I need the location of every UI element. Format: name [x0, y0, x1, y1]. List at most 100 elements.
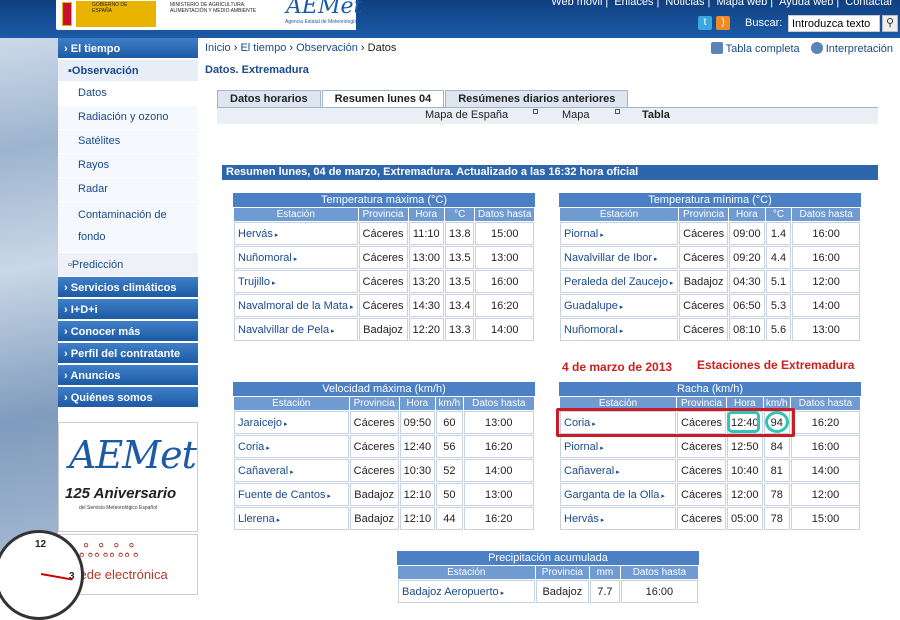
column-header: Estación [234, 208, 358, 221]
tab-resumen-lunes[interactable]: Resumen lunes 04 [321, 90, 445, 108]
tabla-completa-link[interactable]: Tabla completa [726, 43, 800, 55]
nav-item-satelites[interactable]: Satélites [58, 130, 198, 154]
station-link[interactable]: Cañaveral ▸ [234, 459, 349, 482]
nav-item-contaminacion[interactable]: Contaminación de fondo [58, 202, 198, 253]
nav-conocer-mas[interactable]: › Conocer más [58, 321, 198, 343]
topnav-link[interactable]: Enlaces [614, 0, 653, 8]
annotation-date: 4 de marzo de 2013 [562, 360, 673, 374]
nav-el-tiempo[interactable]: › El tiempo [58, 38, 198, 60]
arrow-icon: ▸ [272, 231, 279, 239]
breadcrumb-el-tiempo[interactable]: El tiempo [240, 42, 286, 54]
topnav-link[interactable]: Contactar [845, 0, 893, 8]
breadcrumb-inicio[interactable]: Inicio [205, 42, 231, 54]
table-cell: 05:00 [727, 507, 763, 530]
topnav-link[interactable]: Web móvil [551, 0, 602, 8]
station-name[interactable]: Peraleda del Zaucejo [564, 276, 668, 288]
station-name[interactable]: Garganta de la Olla [564, 489, 659, 501]
search-input[interactable] [788, 15, 880, 32]
banner-anniversary-text: 125 Aniversario [65, 485, 177, 502]
nav-observacion[interactable]: ▪Observación [58, 60, 198, 82]
station-name[interactable]: Cañaveral [238, 465, 288, 477]
nav-quienes-somos[interactable]: › Quiénes somos [58, 387, 198, 409]
vmax-caption: Velocidad máxima (km/h) [233, 382, 535, 396]
nav-item-datos[interactable]: Datos [58, 82, 198, 106]
station-link[interactable]: Piornal ▸ [560, 435, 677, 458]
station-name[interactable]: Badajoz Aeropuerto [402, 586, 499, 598]
table-row: Hervás ▸ Cáceres 05:00 78 15:00 [560, 507, 860, 530]
table-cell: 12:20 [408, 318, 445, 341]
table-cell: 12:50 [727, 435, 763, 458]
tab-resumenes-anteriores[interactable]: Resúmenes diarios anteriores [445, 90, 629, 107]
station-link[interactable]: Badajoz Aeropuerto ▸ [398, 580, 535, 603]
column-header: km/h [436, 397, 463, 410]
spain-shield-icon [62, 2, 72, 26]
station-link[interactable]: Navalmoral de la Mata ▸ [234, 294, 358, 317]
rss-icon[interactable]: ) [716, 16, 730, 30]
station-link[interactable]: Guadalupe ▸ [560, 294, 679, 317]
station-link[interactable]: Garganta de la Olla ▸ [560, 483, 677, 506]
station-name[interactable]: Jaraicejo [238, 417, 282, 429]
breadcrumb-observacion[interactable]: Observación [296, 42, 358, 54]
nav-prediccion[interactable]: ▫Predicción [58, 253, 198, 277]
station-name[interactable]: Navalvillar de Pela [238, 324, 329, 336]
station-name[interactable]: Cañaveral [564, 465, 614, 477]
station-name[interactable]: Navalmoral de la Mata [238, 300, 348, 312]
topnav-link[interactable]: Mapa web [716, 0, 767, 8]
station-name[interactable]: Guadalupe [564, 300, 618, 312]
station-link[interactable]: Hervás ▸ [234, 222, 358, 245]
tab-datos-horarios[interactable]: Datos horarios [217, 90, 321, 107]
topnav-link[interactable]: Ayuda web [779, 0, 833, 8]
nav-item-rayos[interactable]: Rayos [58, 154, 198, 178]
subtab-tabla[interactable]: Tabla [642, 109, 670, 121]
station-link[interactable]: Nuñomoral ▸ [560, 318, 679, 341]
station-link[interactable]: Peraleda del Zaucejo ▸ [560, 270, 679, 293]
nav-servicios-climaticos[interactable]: › Servicios climáticos [58, 277, 198, 299]
twitter-icon[interactable]: t [698, 16, 712, 30]
subtab-mapa[interactable]: Mapa [562, 109, 590, 121]
nav-perfil-contratante[interactable]: › Perfil del contratante [58, 343, 198, 365]
station-name[interactable]: Llerena [238, 513, 275, 525]
table-cell: 16:00 [792, 222, 860, 245]
station-name[interactable]: Piornal [564, 228, 598, 240]
station-name[interactable]: Piornal [564, 441, 598, 453]
station-link[interactable]: Piornal ▸ [560, 222, 679, 245]
station-link[interactable]: Hervás ▸ [560, 507, 677, 530]
station-link[interactable]: Navalvillar de Pela ▸ [234, 318, 358, 341]
nav-item-radar[interactable]: Radar [58, 178, 198, 202]
station-link[interactable]: Nuñomoral ▸ [234, 246, 358, 269]
nav-item-radiacion[interactable]: Radiación y ozono [58, 106, 198, 130]
search-icon[interactable]: ⚲ [882, 15, 898, 32]
station-link[interactable]: Trujillo ▸ [234, 270, 358, 293]
arrow-icon: ▸ [652, 255, 658, 263]
station-link[interactable]: Llerena ▸ [234, 507, 349, 530]
table-cell: 13.3 [445, 318, 475, 341]
nav-anuncios[interactable]: › Anuncios [58, 365, 198, 387]
table-cell: Badajoz [349, 483, 399, 506]
table-row: Peraleda del Zaucejo ▸ Badajoz 04:30 5.1 12:… [560, 270, 860, 293]
anniversary-banner[interactable]: AEMet 125 Aniversario del Servicio Meteo… [58, 422, 198, 532]
station-name[interactable]: Hervás [238, 228, 273, 240]
station-link[interactable]: Navalvillar de Ibor ▸ [560, 246, 679, 269]
aemet-logo[interactable]: AEMet [286, 0, 362, 19]
table-cell: Cáceres [677, 507, 727, 530]
station-name[interactable]: Fuente de Cantos [238, 489, 325, 501]
topnav-link[interactable]: Noticias [665, 0, 704, 8]
nav-idi[interactable]: › I+D+i [58, 299, 198, 321]
station-name[interactable]: Coria [238, 441, 264, 453]
station-name[interactable]: Hervás [564, 513, 599, 525]
station-link[interactable]: Fuente de Cantos ▸ [234, 483, 349, 506]
station-name[interactable]: Nuñomoral [564, 324, 618, 336]
station-name[interactable]: Nuñomoral [238, 252, 292, 264]
station-name[interactable]: Navalvillar de Ibor [564, 252, 652, 264]
interpretacion-link[interactable]: Interpretación [826, 43, 893, 55]
table-cell: Badajoz [358, 318, 408, 341]
station-link[interactable]: Jaraicejo ▸ [234, 411, 349, 434]
subtab-mapa-espana[interactable]: Mapa de España [425, 109, 508, 121]
station-name[interactable]: Trujillo [238, 276, 270, 288]
aemet-logo-subtitle: Agencia Estatal de Meteorología [285, 19, 358, 25]
station-link[interactable]: Cañaveral ▸ [560, 459, 677, 482]
table-row: Badajoz Aeropuerto ▸ Badajoz 7.7 16:00 [398, 580, 698, 603]
racha-block: Racha (km/h) Estación Provincia Hora km/h Da… [559, 382, 861, 531]
table-cell: Cáceres [349, 435, 399, 458]
station-link[interactable]: Coria ▸ [234, 435, 349, 458]
